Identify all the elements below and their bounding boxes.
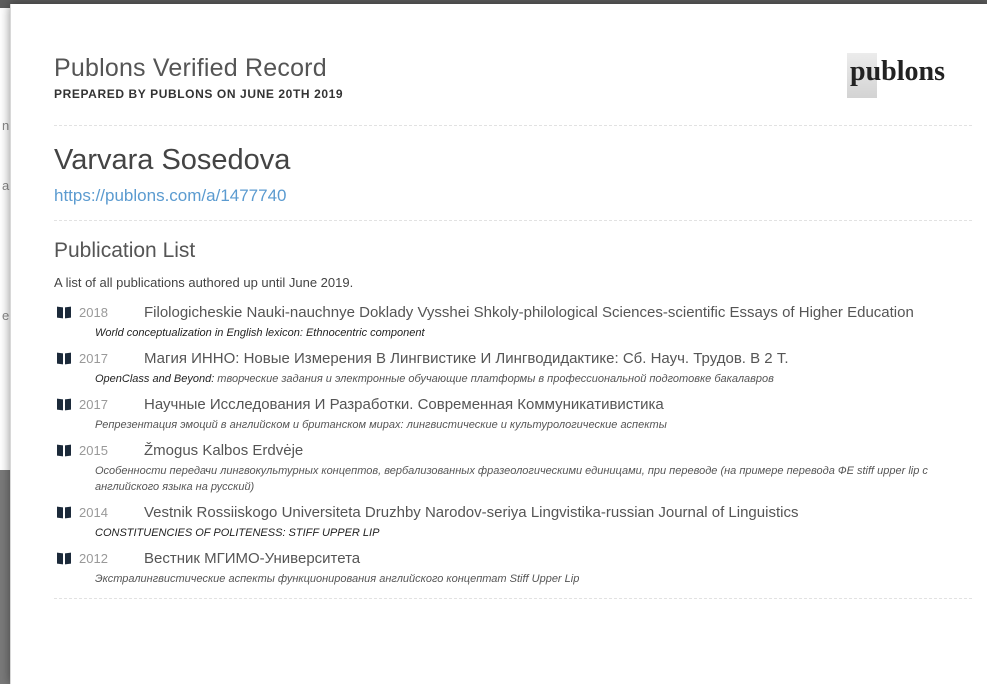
verified-record-card: Publons Verified Record PREPARED BY PUBL… xyxy=(10,4,987,684)
article-title: творческие задания и электронные обучающ… xyxy=(214,373,774,385)
book-icon xyxy=(57,399,71,410)
article-title: Экстралингвистические аспекты функционир… xyxy=(95,573,580,585)
publication-journal: Žmogus Kalbos Erdvėje xyxy=(144,442,304,459)
publication-item: 2017 Магия ИННО: Новые Измерения В Лингви… xyxy=(54,346,972,387)
publication-list-description: A list of all publications authored up u… xyxy=(54,275,354,290)
publication-article: Экстралингвистические аспекты функционир… xyxy=(95,571,955,587)
publication-item: 2015 Žmogus Kalbos Erdvėje Особенности пе… xyxy=(54,438,972,495)
divider xyxy=(54,125,972,126)
publication-header: 2017 Магия ИННО: Новые Измерения В Лингви… xyxy=(54,346,972,371)
article-title: CONSTITUENCIES OF POLITENESS: STIFF UPPE… xyxy=(95,527,380,539)
divider xyxy=(54,598,972,599)
publication-journal: Магия ИННО: Новые Измерения В Лингвистик… xyxy=(144,350,789,367)
publication-list: 2018 Filologicheskie Nauki-nauchnye Dokla… xyxy=(54,300,972,599)
publication-journal: Filologicheskie Nauki-nauchnye Doklady V… xyxy=(144,304,914,321)
publication-header: 2012 Вестник МГИМО-Университета xyxy=(54,546,972,571)
publication-article: Особенности передачи лингвокультурных ко… xyxy=(95,463,955,495)
publication-year: 2012 xyxy=(79,551,108,566)
background-text-fragment: e xyxy=(2,308,10,323)
publication-journal: Vestnik Rossiiskogo Universiteta Druzhby… xyxy=(144,504,799,521)
record-header: Publons Verified Record PREPARED BY PUBL… xyxy=(54,54,343,101)
publication-journal: Вестник МГИМО-Университета xyxy=(144,550,361,567)
logo-text: publons xyxy=(850,56,945,87)
publication-item: 2014 Vestnik Rossiiskogo Universiteta Dru… xyxy=(54,500,972,541)
background-text-fragment: n xyxy=(2,118,10,133)
publication-item: 2018 Filologicheskie Nauki-nauchnye Dokla… xyxy=(54,300,972,341)
publication-list-title: Publication List xyxy=(54,239,196,262)
divider xyxy=(54,220,972,221)
article-title: Особенности передачи лингвокультурных ко… xyxy=(95,465,928,493)
book-icon xyxy=(57,445,71,456)
publication-item: 2012 Вестник МГИМО-Университета Экстралин… xyxy=(54,546,972,587)
background-text-fragment: a xyxy=(2,178,10,193)
book-icon xyxy=(57,353,71,364)
book-icon xyxy=(57,307,71,318)
publication-year: 2018 xyxy=(79,305,108,320)
publication-header: 2015 Žmogus Kalbos Erdvėje xyxy=(54,438,972,463)
record-title: Publons Verified Record xyxy=(54,54,327,82)
article-title-lead: OpenClass and Beyond: xyxy=(95,373,215,385)
book-icon xyxy=(57,507,71,518)
publication-header: 2017 Научные Исследования И Разработки. С… xyxy=(54,392,972,417)
publication-header: 2014 Vestnik Rossiiskogo Universiteta Dru… xyxy=(54,500,972,525)
researcher-name: Varvara Sosedova xyxy=(54,144,291,176)
publication-year: 2015 xyxy=(79,443,108,458)
publication-item: 2017 Научные Исследования И Разработки. С… xyxy=(54,392,972,433)
publication-year: 2017 xyxy=(79,351,108,366)
publons-logo: publons xyxy=(847,50,971,104)
record-subtitle: PREPARED BY PUBLONS ON JUNE 20TH 2019 xyxy=(54,87,344,101)
book-icon xyxy=(57,553,71,564)
article-title: World conceptualization in English lexic… xyxy=(95,327,425,339)
publication-header: 2018 Filologicheskie Nauki-nauchnye Dokla… xyxy=(54,300,972,325)
publication-year: 2014 xyxy=(79,505,108,520)
publication-year: 2017 xyxy=(79,397,108,412)
publication-journal: Научные Исследования И Разработки. Совре… xyxy=(144,396,664,413)
publication-article: Репрезентация эмоций в английском и брит… xyxy=(95,417,955,433)
profile-link[interactable]: https://publons.com/a/1477740 xyxy=(54,186,287,206)
publication-article: OpenClass and Beyond: творческие задания… xyxy=(95,371,955,387)
publication-article: World conceptualization in English lexic… xyxy=(95,325,955,341)
publication-article: CONSTITUENCIES OF POLITENESS: STIFF UPPE… xyxy=(95,525,955,541)
article-title: Репрезентация эмоций в английском и брит… xyxy=(95,419,667,431)
